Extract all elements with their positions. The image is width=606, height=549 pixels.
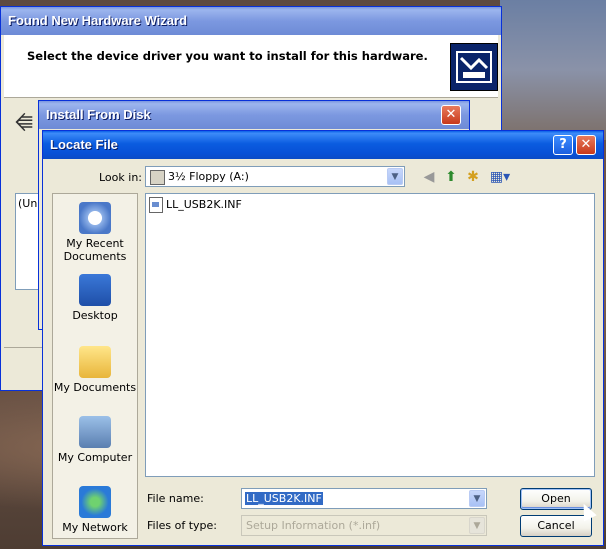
places-bar: My Recent Documents Desktop My Documents… — [52, 193, 138, 539]
look-in-dropdown[interactable]: 3½ Floppy (A:) ▼ — [145, 166, 405, 187]
file-name-text: LL_USB2K.INF — [166, 198, 242, 211]
place-my-recent-documents[interactable]: My Recent Documents — [53, 202, 137, 263]
floppy-icon — [150, 170, 165, 185]
desktop-background-sky — [500, 0, 606, 140]
locate-file-title: Locate File — [50, 137, 118, 152]
wizard-title-bar[interactable]: Found New Hardware Wizard — [1, 7, 501, 35]
files-of-type-dropdown: Setup Information (*.inf) ▼ — [241, 515, 487, 536]
install-from-disk-title-bar[interactable]: Install From Disk ✕ — [39, 101, 469, 129]
place-label-2: Documents — [63, 250, 127, 263]
chevron-down-icon[interactable]: ▼ — [469, 490, 485, 507]
install-from-disk-title: Install From Disk — [46, 107, 151, 122]
place-my-network[interactable]: My Network — [53, 486, 137, 534]
desktop-icon — [79, 274, 111, 306]
look-in-value: 3½ Floppy (A:) — [168, 170, 249, 183]
up-folder-icon[interactable]: ⬆ — [441, 167, 461, 187]
recent-documents-icon — [79, 202, 111, 234]
file-name-value: LL_USB2K.INF — [245, 492, 323, 505]
wizard-divider — [4, 347, 44, 348]
file-name-label: File name: — [147, 492, 204, 505]
usb-icon: ⭅ — [15, 111, 33, 135]
back-icon[interactable]: ◀ — [419, 167, 439, 187]
my-network-icon — [79, 486, 111, 518]
place-label: My Documents — [53, 381, 137, 394]
files-of-type-label: Files of type: — [147, 519, 218, 532]
place-my-computer[interactable]: My Computer — [53, 416, 137, 464]
locate-file-close-button[interactable]: ✕ — [576, 135, 596, 155]
inf-file-icon — [149, 197, 163, 213]
look-in-label: Look in: — [99, 171, 142, 184]
chevron-down-icon: ▼ — [469, 517, 485, 534]
file-list[interactable]: LL_USB2K.INF — [145, 193, 595, 477]
list-item[interactable]: LL_USB2K.INF — [149, 197, 242, 213]
locate-file-title-bar[interactable]: Locate File ? ✕ — [43, 131, 603, 159]
chevron-down-icon[interactable]: ▼ — [387, 168, 403, 185]
new-folder-icon[interactable]: ✱ — [463, 167, 483, 187]
place-label: My Recent — [66, 237, 124, 250]
my-computer-icon — [79, 416, 111, 448]
wizard-title: Found New Hardware Wizard — [8, 13, 188, 28]
my-documents-icon — [79, 346, 111, 378]
help-button[interactable]: ? — [553, 135, 573, 155]
cancel-button[interactable]: Cancel — [520, 515, 592, 537]
hardware-wizard-icon — [450, 43, 498, 91]
place-label: My Computer — [57, 451, 133, 464]
view-menu-icon[interactable]: ▦▾ — [487, 167, 513, 187]
wizard-header-text: Select the device driver you want to ins… — [27, 49, 428, 63]
files-of-type-value: Setup Information (*.inf) — [246, 519, 381, 532]
place-label: Desktop — [72, 309, 118, 322]
place-label: My Network — [62, 521, 128, 534]
wizard-header: Select the device driver you want to ins… — [4, 35, 498, 98]
locate-file-dialog: Locate File ? ✕ Look in: 3½ Floppy (A:) … — [42, 130, 604, 546]
file-name-input[interactable]: LL_USB2K.INF ▼ — [241, 488, 487, 509]
place-desktop[interactable]: Desktop — [53, 274, 137, 322]
install-from-disk-close-button[interactable]: ✕ — [441, 105, 461, 125]
place-my-documents[interactable]: My Documents — [53, 346, 137, 394]
